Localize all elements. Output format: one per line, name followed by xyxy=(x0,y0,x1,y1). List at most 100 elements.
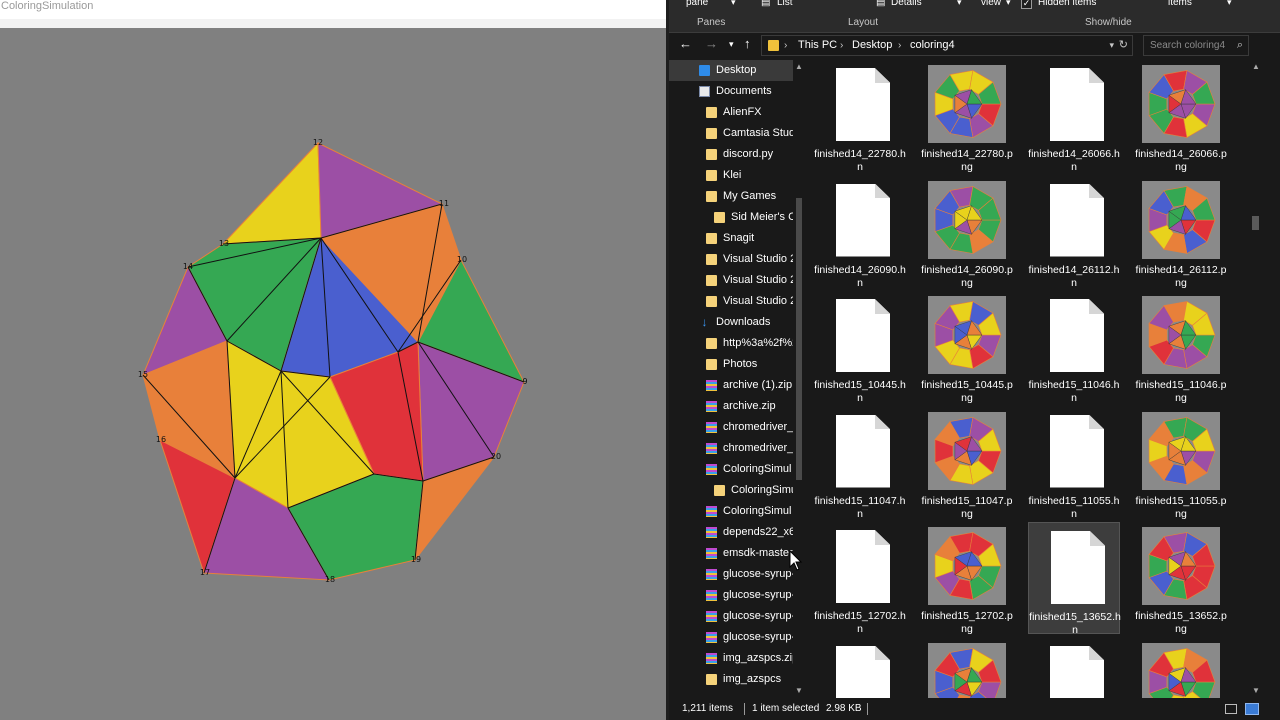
file-item-png[interactable]: finished15_10445.png xyxy=(921,291,1013,404)
scroll-up-icon[interactable]: ▲ xyxy=(795,62,803,71)
file-item-hn[interactable]: finished15_11055.hn xyxy=(1028,407,1120,520)
sidebar-item-label: Visual Studio 2 xyxy=(723,274,793,286)
sidebar-item[interactable]: AlienFX xyxy=(669,102,793,123)
sidebar-item-label: ColoringSimu xyxy=(731,484,793,496)
sidebar-item[interactable]: Desktop xyxy=(669,60,793,81)
navigation-pane-button[interactable]: pane xyxy=(686,0,708,8)
sidebar-item[interactable]: My Games xyxy=(669,186,793,207)
scroll-down-icon[interactable]: ▼ xyxy=(795,686,803,695)
options-chevron-icon[interactable]: ▾ xyxy=(1227,0,1232,8)
sidebar-item[interactable]: emsdk-master xyxy=(669,543,793,564)
breadcrumb-coloring4[interactable]: coloring4 xyxy=(910,36,955,55)
sidebar-item[interactable]: Photos xyxy=(669,354,793,375)
sidebar-item[interactable]: ↓ Downloads xyxy=(669,312,793,333)
file-item-png[interactable]: finished15_13652.png xyxy=(1135,522,1227,635)
file-item-hn[interactable]: finished15_11047.hn xyxy=(814,407,906,520)
details-view-icon[interactable]: ▤ xyxy=(876,0,885,8)
file-item-png[interactable]: finished15_11055.png xyxy=(1135,407,1227,520)
sidebar-item[interactable]: archive.zip xyxy=(669,396,793,417)
file-item-png[interactable]: finished14_26090.png xyxy=(921,176,1013,289)
file-name: finished15_11047.png xyxy=(921,494,1013,520)
file-item-png[interactable]: finished15_11047.png xyxy=(921,407,1013,520)
details-view-icon[interactable] xyxy=(1225,704,1237,714)
sidebar-item[interactable]: glucose-syrup- xyxy=(669,585,793,606)
status-bar: 1,211 items 1 item selected 2.98 KB xyxy=(669,698,1280,720)
large-icons-view-icon[interactable] xyxy=(1245,703,1259,715)
graph-canvas[interactable]: 12 11 10 9 20 19 18 17 16 15 14 13 xyxy=(0,28,666,720)
file-item-png[interactable]: finished14_22780.png xyxy=(921,60,1013,173)
sidebar-item-label: img_azspcs.zip xyxy=(723,652,793,664)
sidebar-item[interactable]: Klei xyxy=(669,165,793,186)
address-bar[interactable]: › This PC › Desktop › coloring4 ▾ ↻ xyxy=(761,35,1133,56)
sidebar-item-label: Downloads xyxy=(716,316,771,328)
sidebar-item[interactable]: Sid Meier's Ci xyxy=(669,207,793,228)
sidebar-item[interactable]: glucose-syrup- xyxy=(669,627,793,648)
breadcrumb-this-pc[interactable]: This PC xyxy=(798,36,837,55)
file-item-hn[interactable]: finished15_10445.hn xyxy=(814,291,906,404)
scroll-up-icon[interactable]: ▲ xyxy=(1252,62,1260,71)
layout-more-icon[interactable]: ▾ xyxy=(957,0,962,8)
sidebar-item[interactable]: img_azspcs.zip xyxy=(669,648,793,669)
file-item-png[interactable]: finished14_26112.png xyxy=(1135,176,1227,289)
layout-list-option[interactable]: List xyxy=(777,0,793,8)
scrollbar-thumb[interactable] xyxy=(796,198,802,480)
refresh-icon[interactable]: ↻ xyxy=(1119,36,1128,55)
breadcrumb-desktop[interactable]: Desktop xyxy=(852,36,892,55)
file-item-hn[interactable] xyxy=(1028,638,1120,698)
sidebar-item[interactable]: http%3a%2f%2 xyxy=(669,333,793,354)
file-item-hn[interactable]: finished15_13652.hn xyxy=(1028,522,1121,636)
sidebar-item[interactable]: Visual Studio 2 xyxy=(669,270,793,291)
selection-size: 2.98 KB xyxy=(826,703,862,714)
sidebar-item[interactable]: ColoringSimu xyxy=(669,480,793,501)
sidebar-item[interactable]: chromedriver_ xyxy=(669,417,793,438)
forward-button[interactable]: → xyxy=(705,36,718,51)
file-grid-scrollbar[interactable]: ▲ ▼ xyxy=(1249,60,1262,698)
file-item-png[interactable] xyxy=(1135,638,1227,698)
file-name: finished15_12702.png xyxy=(921,610,1013,635)
up-button[interactable]: ↑ xyxy=(744,36,751,51)
sidebar-item[interactable]: Visual Studio 2 xyxy=(669,249,793,270)
recent-locations-icon[interactable]: ▾ xyxy=(729,39,734,50)
sidebar-item[interactable]: glucose-syrup- xyxy=(669,564,793,585)
scroll-down-icon[interactable]: ▼ xyxy=(1252,686,1260,695)
folder-icon xyxy=(714,485,725,496)
sidebar-item[interactable]: Snagit xyxy=(669,228,793,249)
sidebar-item[interactable]: ColoringSimul xyxy=(669,459,793,480)
chevron-down-icon[interactable]: ▾ xyxy=(731,0,736,8)
sidebar-item[interactable]: ColoringSimul xyxy=(669,501,793,522)
file-item-png[interactable] xyxy=(921,638,1013,698)
scrollbar-thumb[interactable] xyxy=(1252,216,1259,230)
file-item-png[interactable]: finished15_11046.png xyxy=(1135,291,1227,404)
hidden-items-checkbox[interactable]: ✓ xyxy=(1021,0,1032,9)
sidebar-item[interactable]: img_azspcs xyxy=(669,669,793,690)
sidebar-item[interactable]: glucose-syrup- xyxy=(669,606,793,627)
file-item-hn[interactable]: finished14_26112.hn xyxy=(1028,176,1120,289)
layout-details-option[interactable]: Details xyxy=(891,0,922,8)
address-dropdown-icon[interactable]: ▾ xyxy=(1109,36,1114,55)
sidebar-item[interactable]: Camtasia Studi xyxy=(669,123,793,144)
sidebar-item[interactable]: discord.py xyxy=(669,144,793,165)
navigation-pane-scrollbar[interactable]: ▲ ▼ xyxy=(793,60,805,698)
file-item-png[interactable]: finished14_26066.png xyxy=(1135,60,1227,173)
current-view-button[interactable]: view xyxy=(981,0,1001,8)
file-item-hn[interactable]: finished15_12702.hn xyxy=(814,522,906,635)
chevron-down-icon[interactable]: ▾ xyxy=(1006,0,1011,8)
hide-selected-items-button[interactable]: items xyxy=(1168,0,1192,8)
sidebar-item[interactable]: archive (1).zip xyxy=(669,375,793,396)
desktop-icon xyxy=(699,65,710,76)
back-button[interactable]: ← xyxy=(679,36,692,51)
sidebar-item[interactable]: chromedriver_ xyxy=(669,438,793,459)
hidden-items-label[interactable]: Hidden items xyxy=(1038,0,1096,8)
file-item-hn[interactable]: finished14_26066.hn xyxy=(1028,60,1120,173)
file-item-hn[interactable]: finished14_26090.hn xyxy=(814,176,906,289)
file-item-png[interactable]: finished15_12702.png xyxy=(921,522,1013,635)
file-item-hn[interactable]: finished15_11046.hn xyxy=(1028,291,1120,404)
file-item-hn[interactable] xyxy=(814,638,906,698)
search-box[interactable]: Search coloring4 ⌕ xyxy=(1143,35,1249,56)
sidebar-item[interactable]: Documents xyxy=(669,81,793,102)
sidebar-item[interactable]: Visual Studio 2 xyxy=(669,291,793,312)
file-item-hn[interactable]: finished14_22780.hn xyxy=(814,60,906,173)
search-placeholder: Search coloring4 xyxy=(1150,40,1226,51)
list-view-icon[interactable]: ▤ xyxy=(761,0,770,8)
sidebar-item[interactable]: depends22_x64 xyxy=(669,522,793,543)
